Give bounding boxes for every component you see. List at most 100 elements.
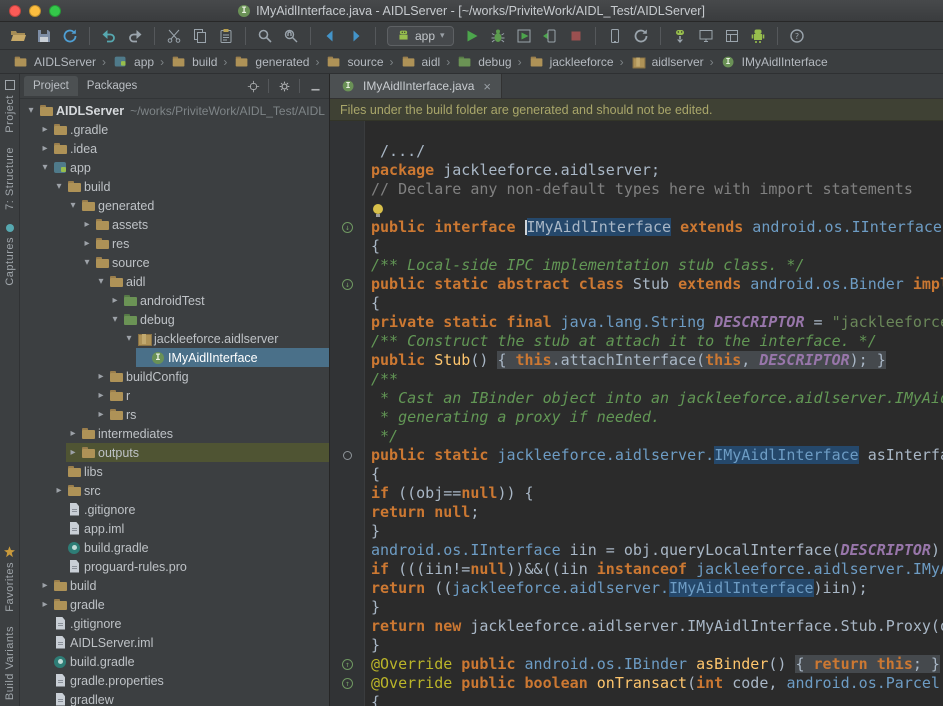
tree-row[interactable]: ▾ jackleeforce.aidlserver [20,329,329,348]
tree-item[interactable]: ▸ r [94,386,329,405]
run-config-combo[interactable]: app ▾ [387,25,454,46]
save-all-icon[interactable] [32,25,56,47]
overrides-marker-icon[interactable]: ↑ [342,659,353,670]
tree-expand-arrow-icon[interactable]: ▸ [38,599,52,610]
forward-icon[interactable] [344,25,368,47]
code-line[interactable]: { [365,237,943,256]
tree-row[interactable]: ▸ androidTest [20,291,329,310]
code-line[interactable]: return null; [365,503,943,522]
code-line[interactable]: public Stub() { this.attachInterface(thi… [365,351,943,370]
tree-item[interactable]: ▸ .idea [38,139,329,158]
tree-row[interactable]: .gitignore [20,500,329,519]
tree-row[interactable]: ▾ debug [20,310,329,329]
tree-row[interactable]: IMyAidlInterface [20,348,329,367]
tree-collapse-arrow-icon[interactable]: ▾ [80,257,94,268]
code-lines[interactable]: /.../package jackleeforce.aidlserver;// … [330,121,943,706]
code-line[interactable]: return ((jackleeforce.aidlserver.IMyAidl… [365,579,943,598]
tree-expand-arrow-icon[interactable]: ▸ [38,580,52,591]
breadcrumb-item[interactable]: AIDLServer [10,55,98,69]
tree-expand-arrow-icon[interactable]: ▸ [66,447,80,458]
tree-item[interactable]: ▸ intermediates [66,424,329,443]
breadcrumb-item[interactable]: jackleeforce [526,55,616,69]
code-line[interactable]: { [365,294,943,313]
tree-row[interactable]: ▸ r [20,386,329,405]
tree-row[interactable]: ▾ build [20,177,329,196]
stop-icon[interactable] [564,25,588,47]
tree-expand-arrow-icon[interactable]: ▸ [66,428,80,439]
tree-item[interactable]: .gitignore [52,500,329,519]
tree-item[interactable]: build.gradle [52,538,329,557]
tree-item[interactable]: ▾ jackleeforce.aidlserver [122,329,329,348]
code-line[interactable]: public static abstract class Stub extend… [365,275,943,294]
tree-row[interactable]: ▾ app [20,158,329,177]
code-line[interactable]: * Cast an IBinder object into an jacklee… [365,389,943,408]
tree-row[interactable]: app.iml [20,519,329,538]
tree-item[interactable]: ▾ generated [66,196,329,215]
tree-item[interactable]: ▸ src [52,481,329,500]
tree-row[interactable]: ▸ gradle [20,595,329,614]
layout-inspector-icon[interactable] [720,25,744,47]
code-line[interactable]: // Declare any non-default types here wi… [365,180,943,199]
debug-icon[interactable] [486,25,510,47]
tree-row[interactable]: build.gradle [20,652,329,671]
breadcrumb-item[interactable]: IMyAidlInterface [718,55,830,69]
implemented-marker-icon[interactable]: ↓ [342,222,353,233]
code-line[interactable]: } [365,636,943,655]
tree-item[interactable]: ▾ AIDLServer ~/works/PriviteWork/AIDL_Test… [24,101,329,120]
tree-row[interactable]: AIDLServer.iml [20,633,329,652]
tree-row[interactable]: build.gradle [20,538,329,557]
intention-bulb-icon[interactable] [373,203,383,217]
close-button[interactable] [9,5,21,17]
android-monitor-icon[interactable] [746,25,770,47]
tree-item[interactable]: ▸ build [38,576,329,595]
tree-item[interactable]: ▸ buildConfig [94,367,329,386]
minimize-button[interactable] [29,5,41,17]
tree-row[interactable]: ▸ build [20,576,329,595]
tree-expand-arrow-icon[interactable]: ▸ [80,219,94,230]
tree-row[interactable]: ▸ src [20,481,329,500]
tree-item[interactable]: ▸ assets [80,215,329,234]
tree-item[interactable]: ▸ rs [94,405,329,424]
coverage-icon[interactable] [512,25,536,47]
tree-item[interactable]: ▸ androidTest [108,291,329,310]
attach-icon[interactable] [538,25,562,47]
avd-manager-icon[interactable] [603,25,627,47]
tree-item[interactable]: proguard-rules.pro [52,557,329,576]
tree-row[interactable]: gradle.properties [20,671,329,690]
tree-expand-arrow-icon[interactable]: ▸ [38,124,52,135]
code-line[interactable]: @Override public android.os.IBinder asBi… [365,655,943,674]
sdk-manager-icon[interactable] [668,25,692,47]
panel-tab-packages[interactable]: Packages [78,76,147,96]
tree-item[interactable]: ▸ .gradle [38,120,329,139]
tree-row[interactable]: .gitignore [20,614,329,633]
code-line[interactable]: package jackleeforce.aidlserver; [365,161,943,180]
tree-item[interactable]: IMyAidlInterface [136,348,329,367]
tree-row[interactable]: ▸ assets [20,215,329,234]
tree-expand-arrow-icon[interactable]: ▸ [52,485,66,496]
breadcrumb-item[interactable]: app [110,55,156,69]
tool-stripe-captures[interactable]: Captures [4,223,16,285]
open-icon[interactable] [6,25,30,47]
tree-item[interactable]: .gitignore [38,614,329,633]
tree-row[interactable]: ▸ outputs [20,443,329,462]
tree-item[interactable]: ▸ outputs [66,443,329,462]
tree-row[interactable]: ▸ .idea [20,139,329,158]
tree-collapse-arrow-icon[interactable]: ▾ [52,181,66,192]
code-line[interactable]: /** Construct the stub at attach it to t… [365,332,943,351]
gutter[interactable]: ↑ [330,678,365,689]
find-icon[interactable] [253,25,277,47]
tree-row[interactable]: libs [20,462,329,481]
tree-row[interactable]: proguard-rules.pro [20,557,329,576]
tree-expand-arrow-icon[interactable]: ▸ [94,371,108,382]
code-line[interactable]: } [365,598,943,617]
tree-row[interactable]: ▸ intermediates [20,424,329,443]
breadcrumb-item[interactable]: source [323,55,385,69]
breadcrumb-item[interactable]: generated [231,55,311,69]
cut-icon[interactable] [162,25,186,47]
tree-collapse-arrow-icon[interactable]: ▾ [24,105,38,116]
code-line[interactable]: /** [365,370,943,389]
replace-icon[interactable] [279,25,303,47]
tree-row[interactable]: ▸ res [20,234,329,253]
code-line[interactable]: } [365,522,943,541]
tree-item[interactable]: gradlew [38,690,329,706]
